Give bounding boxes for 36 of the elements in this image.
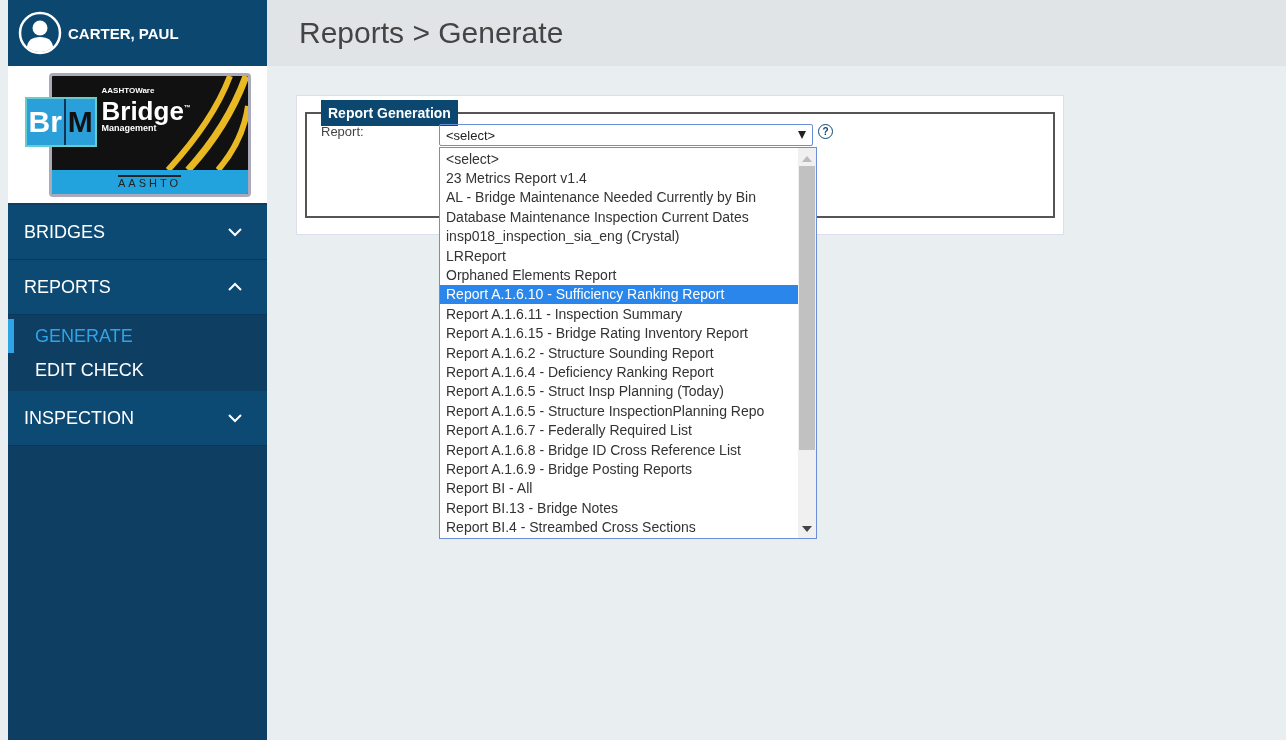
dropdown-option[interactable]: Report A.1.6.8 - Bridge ID Cross Reference List bbox=[440, 439, 798, 460]
chevron-down-icon bbox=[227, 413, 243, 423]
dropdown-option[interactable]: <select> bbox=[440, 149, 798, 169]
dropdown-option[interactable]: 23 Metrics Report v1.4 bbox=[440, 168, 798, 188]
dropdown-option[interactable]: Report A.1.6.10 - Sufficiency Ranking Report bbox=[440, 284, 798, 305]
nav-section[interactable]: REPORTS bbox=[8, 260, 267, 315]
dropdown-option[interactable]: Report A.1.6.5 - Struct Insp Planning (Today) bbox=[440, 381, 798, 402]
dropdown-option[interactable]: AL - Bridge Maintenance Needed Currently by Bin bbox=[440, 187, 798, 208]
dropdown-option[interactable]: LRReport bbox=[440, 245, 798, 266]
dropdown-option[interactable]: Report A.1.6.4 - Deficiency Ranking Report bbox=[440, 362, 798, 382]
dropdown-option[interactable]: insp018_inspection_sia_eng (Crystal) bbox=[440, 226, 798, 246]
dropdown-option[interactable]: Report A.1.6.15 - Bridge Rating Inventory Report bbox=[440, 323, 798, 343]
user-avatar-icon bbox=[18, 11, 62, 55]
dropdown-option[interactable]: Database Maintenance Inspection Current Dates bbox=[440, 207, 798, 227]
dropdown-option[interactable]: Report A.1.6.9 - Bridge Posting Reports bbox=[440, 459, 798, 479]
dropdown-option[interactable]: Report A.1.6.7 - Federally Required List bbox=[440, 420, 798, 440]
report-select[interactable]: <select> bbox=[439, 124, 813, 146]
panel-title: Report Generation bbox=[321, 100, 458, 126]
nav-item[interactable]: EDIT CHECK bbox=[8, 353, 267, 387]
chevron-down-icon bbox=[227, 227, 243, 237]
scrollbar[interactable] bbox=[798, 148, 816, 538]
page-title: Reports > Generate bbox=[299, 16, 564, 50]
nav-section[interactable]: BRIDGES bbox=[8, 205, 267, 260]
field-label: Report: bbox=[321, 124, 365, 139]
dropdown-option[interactable]: Report A.1.6.2 - Structure Sounding Report bbox=[440, 342, 798, 363]
dropdown-option[interactable]: Report BI.4 - Streambed Cross Sections bbox=[440, 517, 798, 537]
nav-item[interactable]: GENERATE bbox=[8, 319, 267, 353]
nav-section[interactable]: INSPECTION bbox=[8, 391, 267, 446]
user-name: CARTER, PAUL bbox=[68, 24, 179, 42]
chevron-up-icon bbox=[227, 282, 243, 292]
dropdown-option[interactable]: Report A.1.6.11 - Inspection Summary bbox=[440, 304, 798, 324]
dropdown-option[interactable]: Report BI.13 - Bridge Notes bbox=[440, 498, 798, 518]
dropdown-option[interactable]: Report BI - All bbox=[440, 478, 798, 499]
caret-icon bbox=[798, 131, 806, 139]
dropdown-option[interactable]: Report A.1.6.5 - Structure InspectionPlanning Repo bbox=[440, 401, 798, 421]
dropdown-option[interactable]: Orphaned Elements Report bbox=[440, 265, 798, 285]
